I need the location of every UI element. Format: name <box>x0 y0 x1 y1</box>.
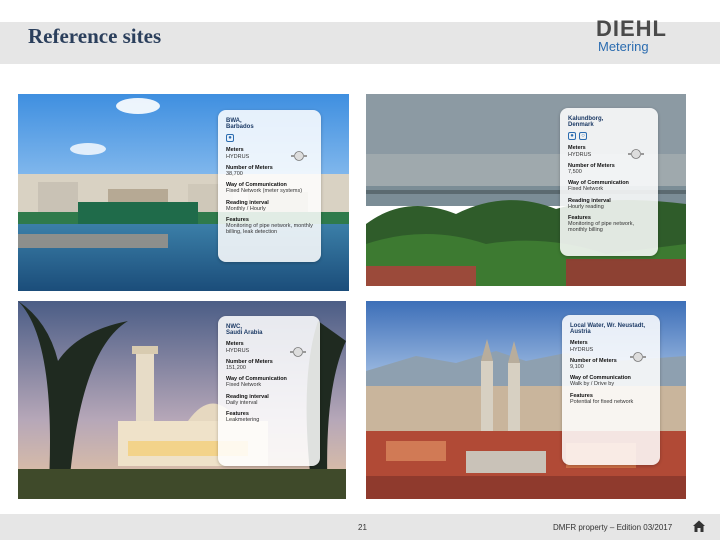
diehl-logo: DIEHL Metering <box>596 18 706 54</box>
info-card-saudi-arabia: NWC, Saudi Arabia Meters HYDRUS Number o… <box>218 316 320 466</box>
meter-icon <box>291 151 307 161</box>
meter-icon <box>628 149 644 159</box>
field-value: Leakmetering <box>226 417 260 424</box>
field-value: Monitoring of pipe network, monthly bill… <box>568 221 635 234</box>
field-value: Monthly / Hourly <box>226 205 266 212</box>
field-value: Hourly reading <box>568 203 604 210</box>
field-value: Fixed Network (meter systems) <box>226 188 303 195</box>
field-value: 151,200 <box>226 365 246 372</box>
page-number: 21 <box>358 523 367 532</box>
logo-sub: Metering <box>598 39 649 54</box>
field-value: Walk by / Drive by <box>570 381 615 388</box>
card-title: NWC, Saudi Arabia <box>226 324 263 337</box>
field-value: 7,500 <box>568 169 582 176</box>
info-card-denmark: Kalundborg, Denmark ● ○ Meters HYDRUS Num… <box>560 108 658 256</box>
meter-icon <box>630 352 646 362</box>
meter-icon <box>290 347 306 357</box>
card-title: Kalundborg, Denmark <box>568 116 604 129</box>
card-title: BWA, Barbados <box>226 118 254 131</box>
info-card-barbados: BWA, Barbados ● Meters HYDRUS Number of … <box>218 110 321 262</box>
field-value: 38,700 <box>226 171 243 178</box>
field-value: 9,100 <box>570 364 584 371</box>
water-drop-icon: ● <box>568 132 576 141</box>
meter-small-icon: ○ <box>579 132 587 141</box>
field-value: Fixed Network <box>568 186 604 193</box>
home-icon[interactable] <box>692 519 706 533</box>
card-title: Local Water, Wr. Neustadt, Austria <box>570 323 646 336</box>
field-value: Potential for fixed network <box>570 398 634 405</box>
field-value: Fixed Network <box>226 382 262 389</box>
info-card-austria: Local Water, Wr. Neustadt, Austria Meter… <box>562 315 660 465</box>
logo-brand: DIEHL <box>596 16 667 41</box>
field-value: Daily interval <box>226 399 258 406</box>
footer-text: DMFR property – Edition 03/2017 <box>553 523 673 532</box>
water-drop-icon: ● <box>226 134 234 143</box>
page-title: Reference sites <box>28 24 162 48</box>
field-value: Monitoring of pipe network, monthly bill… <box>226 223 313 236</box>
